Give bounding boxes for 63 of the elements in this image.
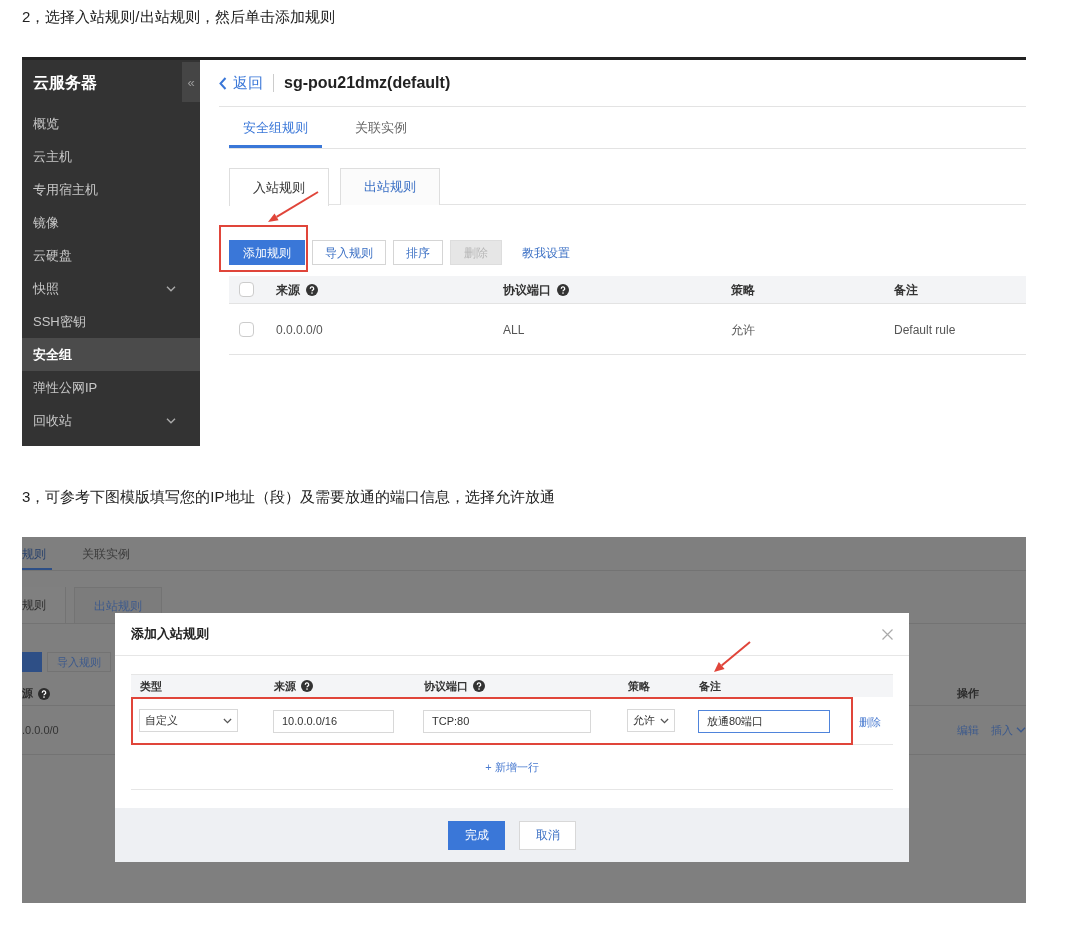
input-field[interactable]: 放通80端口 xyxy=(698,710,830,733)
input-field[interactable]: TCP:80 xyxy=(423,709,591,733)
table-cell: 0.0.0.0/0 xyxy=(276,323,323,337)
tab[interactable]: 入站规则 xyxy=(229,168,329,206)
page-title: sg-pou21dmz(default) xyxy=(284,73,451,93)
toolbar-button[interactable]: 排序 xyxy=(393,240,443,265)
input-field[interactable]: 10.0.0.0/16 xyxy=(273,709,394,733)
chevron-down-icon xyxy=(1016,727,1026,733)
delete-link[interactable]: 删除 xyxy=(859,715,881,728)
sidebar-item[interactable]: 安全组 xyxy=(22,338,200,371)
help-link[interactable]: 教我设置 xyxy=(522,243,570,262)
column-header: 源 xyxy=(22,686,33,702)
table-cell: 允许 xyxy=(731,323,755,337)
dialog-title: 添加入站规则 xyxy=(131,625,209,644)
column-header: 策略 xyxy=(731,281,755,299)
chevron-down-icon xyxy=(660,717,669,724)
sidebar-item[interactable]: 云硬盘 xyxy=(22,239,200,272)
sidebar-item[interactable]: 专用宿主机 xyxy=(22,173,200,206)
column-header: 备注 xyxy=(699,678,721,694)
sidebar-item[interactable]: SSH密钥 xyxy=(22,305,200,338)
table-cell: Default rule xyxy=(894,323,956,337)
tab[interactable]: 出站规则 xyxy=(340,168,440,205)
chevron-left-icon xyxy=(219,76,227,90)
sidebar-item[interactable]: 快照 xyxy=(22,272,200,305)
column-header: 策略 xyxy=(628,678,650,694)
arrow xyxy=(714,641,751,672)
tab[interactable]: 关联实例 xyxy=(341,107,421,148)
toolbar-button[interactable]: 导入规则 xyxy=(312,240,386,265)
sidebar-item[interactable]: 云主机 xyxy=(22,140,200,173)
collapse-button[interactable]: « xyxy=(182,62,200,102)
add-row-link[interactable]: + 新增一行 xyxy=(485,758,539,776)
chevron-down-icon xyxy=(166,285,176,292)
add-rule-button[interactable] xyxy=(22,652,42,672)
sidebar-item[interactable]: 概览 xyxy=(22,107,200,140)
tab[interactable]: 关联实例 xyxy=(82,537,130,570)
close-icon[interactable] xyxy=(882,628,893,640)
sidebar-item[interactable]: 镜像 xyxy=(22,206,200,239)
tab[interactable]: 规则 xyxy=(22,587,66,623)
column-header: 协议端口 xyxy=(503,281,551,299)
column-header: 备注 xyxy=(894,281,918,299)
column-header: 类型 xyxy=(140,678,162,694)
step-heading: 3，可参考下图模版填写您的IP地址（段）及需要放通的端口信息，选择允许放通 xyxy=(22,487,556,507)
checkbox[interactable] xyxy=(239,321,254,337)
step-heading: 2，选择入站规则/出站规则，然后单击添加规则 xyxy=(22,7,336,27)
column-header: 操作 xyxy=(957,686,979,702)
back-link[interactable]: 返回 xyxy=(219,71,263,95)
chevron-down-icon xyxy=(166,417,176,424)
dropdown[interactable]: 允许 xyxy=(627,709,675,732)
column-header: 来源 xyxy=(276,281,300,299)
chevron-down-icon xyxy=(223,717,232,724)
column-header: 来源 xyxy=(274,678,296,694)
tab[interactable]: 安全组规则 xyxy=(229,107,322,148)
confirm-button[interactable]: 完成 xyxy=(448,820,505,850)
sidebar-title: 云服务器 xyxy=(32,73,97,93)
table-cell: ALL xyxy=(503,323,525,337)
table-cell-text: .0.0.0/0 xyxy=(22,722,59,738)
dropdown[interactable]: 自定义 xyxy=(139,709,238,732)
add-rule-button[interactable]: 添加规则 xyxy=(229,240,305,265)
cancel-button[interactable]: 取消 xyxy=(519,820,576,850)
sidebar-item[interactable]: 回收站 xyxy=(22,404,200,437)
column-header: 协议端口 xyxy=(424,678,468,694)
checkbox[interactable] xyxy=(239,282,254,297)
sidebar-item[interactable]: 弹性公网IP xyxy=(22,371,200,404)
